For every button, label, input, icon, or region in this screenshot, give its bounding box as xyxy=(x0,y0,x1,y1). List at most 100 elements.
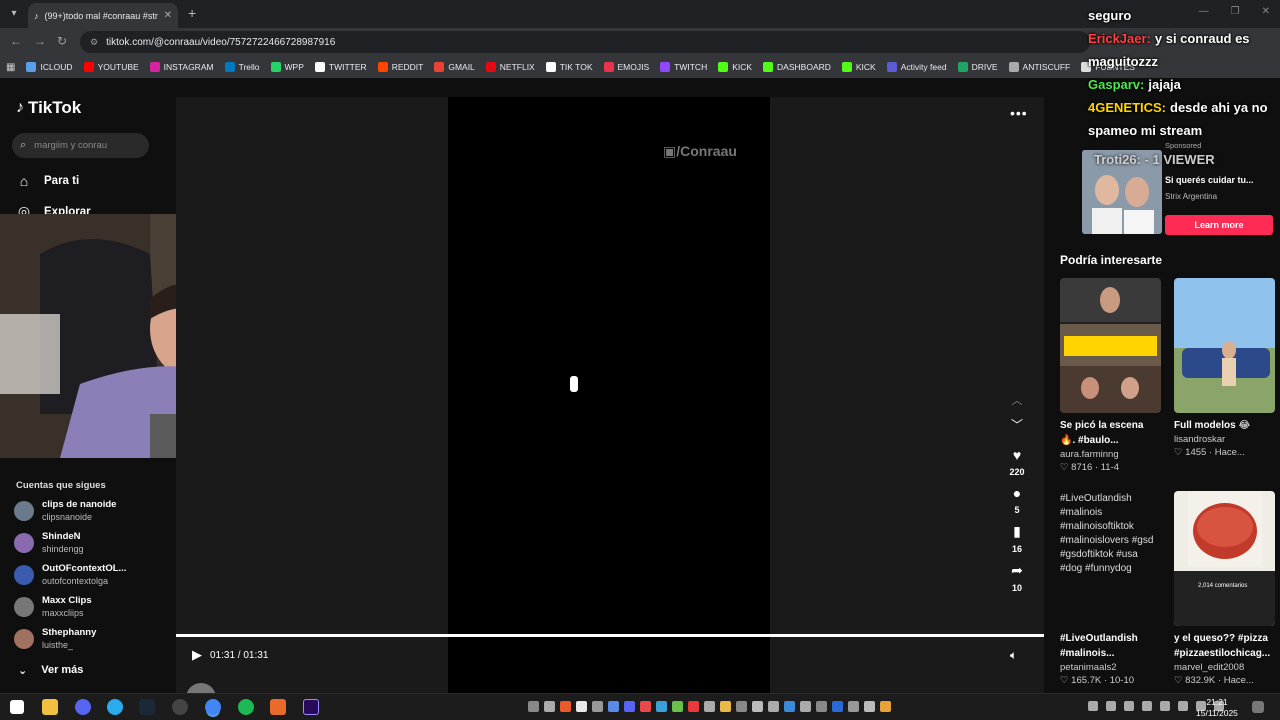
notifications-icon[interactable] xyxy=(1252,701,1264,713)
tray-app-icon[interactable] xyxy=(784,701,795,712)
tray-app-icon[interactable] xyxy=(544,701,555,712)
tab-search-icon[interactable]: ▾ xyxy=(5,5,23,23)
bookmark-item[interactable]: DRIVE xyxy=(957,62,998,72)
bookmark-item[interactable]: GMAIL xyxy=(434,62,475,72)
tiktok-logo[interactable]: ♪ TikTok xyxy=(16,98,81,118)
tray-app-icon[interactable] xyxy=(608,701,619,712)
apps-icon[interactable]: ▦ xyxy=(6,62,15,73)
tray-app-icon[interactable] xyxy=(736,701,747,712)
tray-app-icon[interactable] xyxy=(624,701,635,712)
bookmark-item[interactable]: EMOJIS xyxy=(603,62,649,72)
network-icon[interactable] xyxy=(1106,701,1116,711)
recommended-user[interactable]: aura.farminng xyxy=(1060,449,1161,460)
account-handle: outofcontextolga xyxy=(42,576,109,586)
windows-start-icon[interactable] xyxy=(10,700,24,714)
like-icon[interactable]: ♥ xyxy=(1005,447,1029,463)
file-explorer-icon[interactable] xyxy=(42,699,58,715)
tray-app-icon[interactable] xyxy=(656,701,667,712)
tray-app-icon[interactable] xyxy=(752,701,763,712)
steam-icon[interactable] xyxy=(139,699,155,715)
chrome-icon[interactable] xyxy=(205,699,221,715)
chevron-down-icon[interactable]: ﹀ xyxy=(1005,416,1029,433)
bookmark-item[interactable]: TWITTER xyxy=(314,62,367,72)
recommended-item[interactable]: #LiveOutlandish #malinois #malinoisoftik… xyxy=(1060,491,1161,686)
volume-tray-icon[interactable] xyxy=(1124,701,1134,711)
bookmark-item[interactable]: TIK TOK xyxy=(545,62,593,72)
tray-app-icon[interactable] xyxy=(528,701,539,712)
see-more-button[interactable]: ⌄ Ver más xyxy=(18,664,83,677)
bookmark-icon[interactable]: ▮ xyxy=(1005,523,1029,540)
keyboard-icon[interactable] xyxy=(1178,701,1188,711)
tray-app-icon[interactable] xyxy=(688,701,699,712)
tab-tiktok[interactable]: ♪ (99+)todo mal #conraau #strea ✕ xyxy=(28,3,178,28)
tray-app-icon[interactable] xyxy=(672,701,683,712)
share-icon[interactable]: ➦ xyxy=(1005,562,1029,579)
tray-app-icon[interactable] xyxy=(768,701,779,712)
close-tab-icon[interactable]: ✕ xyxy=(164,10,172,21)
url-field[interactable]: ⚙ tiktok.com/@conraau/video/757272246672… xyxy=(80,31,1090,53)
tray-app-icon[interactable] xyxy=(640,701,651,712)
bookmark-item[interactable]: REDDIT xyxy=(377,62,423,72)
bookmark-item[interactable]: WPP xyxy=(270,62,304,72)
bookmark-item[interactable]: KICK xyxy=(841,62,876,72)
tray-app-icon[interactable] xyxy=(704,701,715,712)
volume-icon[interactable]: 🔈︎ xyxy=(1010,648,1017,663)
bookmark-item[interactable]: Trello xyxy=(224,62,260,72)
followed-account[interactable]: clips de nanoide clipsnanoide xyxy=(14,499,116,523)
avatar xyxy=(14,533,34,553)
premiere-icon[interactable] xyxy=(303,699,319,715)
tray-app-icon[interactable] xyxy=(720,701,731,712)
forward-icon[interactable]: → xyxy=(34,34,46,48)
tray-app-icon[interactable] xyxy=(880,701,891,712)
tray-app-icon[interactable] xyxy=(848,701,859,712)
bookmark-item[interactable]: TWITCH xyxy=(660,62,707,72)
recommended-item[interactable]: Se picó la escena 🔥. #baulo... aura.farm… xyxy=(1060,278,1161,473)
new-tab-button[interactable]: + xyxy=(188,5,196,21)
bookmark-item[interactable]: NETFLIX xyxy=(485,62,535,72)
obs-icon[interactable] xyxy=(172,699,188,715)
followed-account[interactable]: Sthephanny luisthe_ xyxy=(14,627,96,651)
recommended-user[interactable]: lisandroskar xyxy=(1174,434,1275,445)
play-icon[interactable]: ▶ xyxy=(192,647,202,663)
tray-app-icon[interactable] xyxy=(832,701,843,712)
fl-studio-icon[interactable] xyxy=(270,699,286,715)
recommended-item[interactable]: 2,014 comentarios y el queso?? #pizza #p… xyxy=(1174,491,1275,686)
spotify-icon[interactable] xyxy=(238,699,254,715)
bookmark-item[interactable]: DASHBOARD xyxy=(763,62,831,72)
system-clock[interactable]: 21:21 15/11/2025 xyxy=(1196,697,1238,719)
chevron-up-icon[interactable]: ︿ xyxy=(1005,392,1029,408)
bookmark-item[interactable]: INSTAGRAM xyxy=(149,62,214,72)
tray-app-icon[interactable] xyxy=(864,701,875,712)
bookmark-item[interactable]: KICK xyxy=(718,62,752,72)
back-icon[interactable]: ← xyxy=(10,34,22,48)
tray-app-icon[interactable] xyxy=(800,701,811,712)
tray-app-icon[interactable] xyxy=(560,701,571,712)
tray-app-icon[interactable] xyxy=(592,701,603,712)
followed-account[interactable]: Maxx Clips maxxcliips xyxy=(14,595,92,619)
comment-icon[interactable]: ● xyxy=(1005,485,1029,501)
site-info-icon[interactable]: ⚙ xyxy=(90,37,98,48)
learn-more-button[interactable]: Learn more xyxy=(1165,215,1273,235)
telegram-icon[interactable] xyxy=(107,699,123,715)
tray-app-icon[interactable] xyxy=(576,701,587,712)
search-input[interactable]: ⌕ margiim y conrau xyxy=(12,133,149,158)
recommended-item[interactable]: Full modelos 😂 lisandroskar ♡ 1455 · Hac… xyxy=(1174,278,1275,458)
progress-bar[interactable] xyxy=(176,634,1044,637)
bookmark-item[interactable]: Activity feed xyxy=(886,62,947,72)
chevron-up-icon[interactable] xyxy=(1088,701,1098,711)
followed-account[interactable]: OutOFcontextOL... outofcontextolga xyxy=(14,563,126,587)
more-options-icon[interactable]: ••• xyxy=(1010,105,1028,121)
battery-icon[interactable] xyxy=(1142,701,1152,711)
discord-icon[interactable] xyxy=(75,699,91,715)
nav-for-you[interactable]: ⌂ Para ti xyxy=(16,173,79,189)
followed-account[interactable]: ShindeN shindengg xyxy=(14,531,84,555)
video-player[interactable]: ▣/Conraau ••• ▶ 01:31 / 01:31 🔈︎ conraau xyxy=(176,97,1044,713)
recommended-user[interactable]: petanimaals2 xyxy=(1060,662,1161,673)
recommended-user[interactable]: marvel_edit2008 xyxy=(1174,662,1275,673)
bookmark-item[interactable]: ANTISCUFF xyxy=(1008,62,1070,72)
bookmark-item[interactable]: YOUTUBE xyxy=(83,62,139,72)
bookmark-item[interactable]: ICLOUD xyxy=(26,62,73,72)
tray-app-icon[interactable] xyxy=(816,701,827,712)
mic-icon[interactable] xyxy=(1160,701,1170,711)
reload-icon[interactable]: ↻ xyxy=(57,34,67,48)
